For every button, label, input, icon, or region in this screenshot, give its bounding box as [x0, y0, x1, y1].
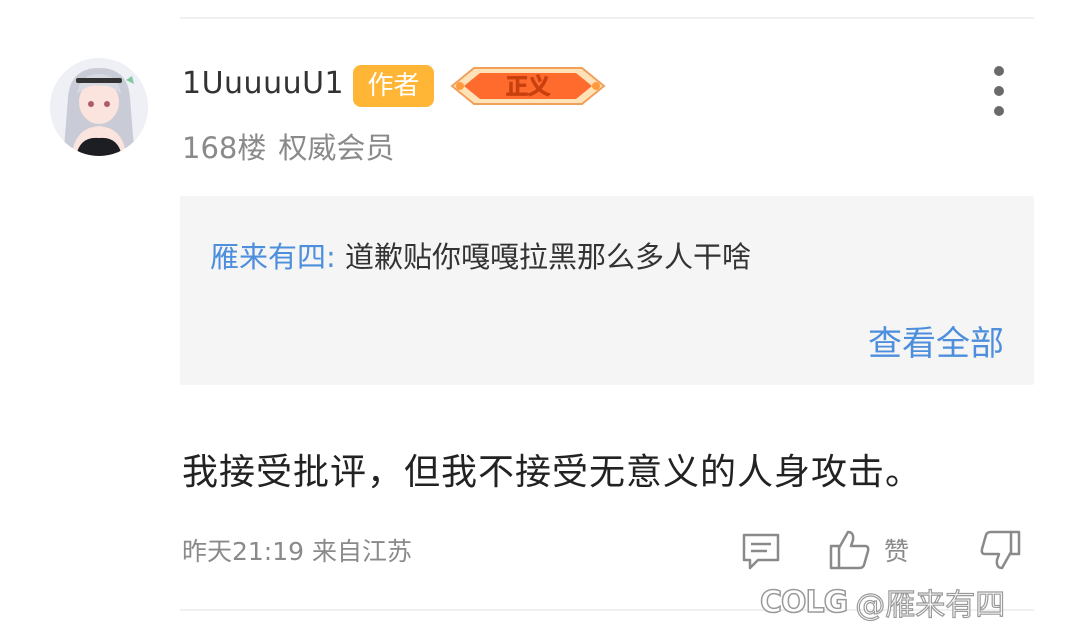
post-body: 我接受批评，但我不接受无意义的人身攻击。	[182, 452, 923, 493]
like-label[interactable]: 赞	[884, 532, 909, 568]
quote-line: 雁来有四: 道歉贴你嘎嘎拉黑那么多人干啥	[210, 234, 751, 276]
more-options-icon[interactable]	[985, 66, 1013, 116]
floor-number: 168楼	[182, 131, 267, 165]
watermark: COLG @雁来有四	[759, 578, 1006, 626]
level-badge-text: 正义	[506, 75, 550, 100]
thumbs-down-icon[interactable]	[978, 528, 1022, 572]
quoted-reply[interactable]: 雁来有四: 道歉贴你嘎嘎拉黑那么多人干啥 查看全部	[180, 196, 1034, 385]
thumbs-up-icon[interactable]	[828, 528, 872, 572]
quote-text: 道歉贴你嘎嘎拉黑那么多人干啥	[345, 240, 752, 274]
post-meta: 168楼 权威会员	[182, 125, 394, 167]
quote-author[interactable]: 雁来有四:	[210, 240, 336, 274]
comment-icon[interactable]	[740, 530, 782, 572]
watermark-logo: COLG	[759, 584, 849, 621]
avatar-illustration	[50, 58, 148, 156]
level-badge: 正义	[450, 62, 606, 110]
username[interactable]: 1UuuuuU1	[182, 66, 344, 101]
top-divider	[180, 17, 1034, 19]
avatar[interactable]	[50, 58, 148, 156]
author-badge: 作者	[353, 65, 434, 107]
watermark-handle: @雁来有四	[855, 587, 1006, 623]
post-time-location: 昨天21:19 来自江苏	[182, 537, 412, 566]
member-title: 权威会员	[278, 131, 395, 165]
view-all-link[interactable]: 查看全部	[868, 316, 1004, 365]
